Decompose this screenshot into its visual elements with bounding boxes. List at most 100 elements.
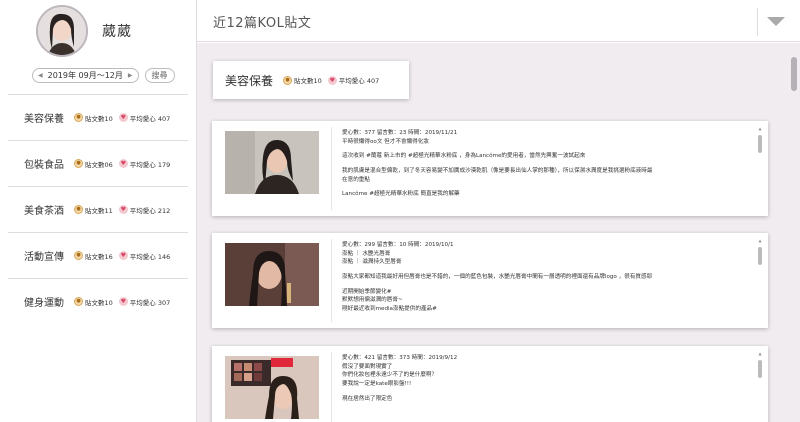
heart-icon: ♥	[327, 75, 337, 85]
sidebar: 葳葳 ◀ 2019年 09月～12月 ▶ 搜尋 美容保養 ● 貼文數10 ♥ 平均愛…	[0, 0, 197, 422]
heart-icon: ♥	[118, 159, 128, 168]
avg-likes-label: 平均愛心 407	[338, 77, 380, 85]
heart-icon: ♥	[118, 251, 128, 260]
post-line: 要我說一定是kate眼影盤!!!	[342, 380, 412, 387]
main-content: 美容保養 ● 貼文數10 ♥ 平均愛心 407 愛心數：377 留言數：23 時間：…	[197, 43, 800, 422]
post-card[interactable]: 愛心數：421 留言數：373 時間：2019/9/12 假沒了要面對現實了 你…	[212, 346, 768, 422]
post-meta: 愛心數：377 留言數：23 時間：2019/11/21	[342, 130, 458, 136]
chevron-left-icon[interactable]: ◀	[38, 72, 43, 79]
category-name: 健身運動	[24, 298, 64, 309]
post-text: 愛心數：377 留言數：23 時間：2019/11/21 平時很懶得oo文 但才…	[342, 129, 748, 199]
post-line: 現在居然出了限定色	[342, 395, 393, 402]
post-line: 默默想用偏滋潤的唇膏~	[342, 297, 403, 304]
scroll-thumb[interactable]	[758, 135, 762, 153]
scroll-up-icon[interactable]: ▲	[758, 352, 762, 356]
post-line: 澎點 ｜ 滋潤持久型唇膏	[342, 259, 402, 266]
category-item[interactable]: 美食茶酒 ● 貼文數11 ♥ 平均愛心 212	[8, 186, 188, 232]
heart-icon: ♥	[118, 205, 128, 214]
post-count-label: 貼文數10	[85, 298, 113, 307]
category-name: 美容保養	[24, 114, 64, 125]
avg-likes-label: 平均愛心 179	[129, 160, 171, 169]
post-card[interactable]: 愛心數：377 留言數：23 時間：2019/11/21 平時很懶得oo文 但才…	[212, 121, 768, 216]
coin-icon: ●	[74, 297, 83, 306]
post-line: 在意的重點	[342, 176, 370, 183]
category-item[interactable]: 美容保養 ● 貼文數10 ♥ 平均愛心 407	[8, 94, 188, 140]
avg-likes-label: 平均愛心 146	[129, 252, 171, 261]
post-line: Lancôme #超極光精華水粉底 簡直是我的解藥	[342, 191, 460, 198]
profile-header: 葳葳	[0, 0, 196, 62]
post-meta: 愛心數：299 留言數：10 時間：2019/10/1	[342, 242, 454, 248]
avg-likes-label: 平均愛心 307	[129, 298, 171, 307]
post-line: 你們化妝包裡永遠少不了的是什麼啊？	[342, 372, 438, 379]
post-text: 愛心數：299 留言數：10 時間：2019/10/1 澎點 ｜ 水艷光唇膏 澎…	[342, 241, 748, 314]
category-list: 美容保養 ● 貼文數10 ♥ 平均愛心 407 包裝食品 ● 貼文數06 ♥ 平均愛心 …	[0, 94, 196, 324]
section-header: 美容保養 ● 貼文數10 ♥ 平均愛心 407	[213, 61, 409, 99]
divider	[331, 352, 332, 422]
heart-icon: ♥	[118, 297, 128, 306]
top-bar: 近12篇KOL貼文	[197, 0, 800, 42]
avg-likes: ♥ 平均愛心 146	[118, 251, 171, 261]
post-text: 愛心數：421 留言數：373 時間：2019/9/12 假沒了要面對現實了 你…	[342, 354, 748, 403]
post-line: 剛好最近收到media澎點提供的產品#	[342, 305, 437, 312]
avg-likes: ♥ 平均愛心 307	[118, 297, 171, 307]
coin-icon: ●	[283, 75, 293, 85]
scroll-thumb[interactable]	[758, 360, 762, 378]
post-image[interactable]	[225, 356, 319, 419]
category-item[interactable]: 包裝食品 ● 貼文數06 ♥ 平均愛心 179	[8, 140, 188, 186]
avg-likes: ♥ 平均愛心 212	[118, 205, 171, 215]
date-range-picker[interactable]: ◀ 2019年 09月～12月 ▶	[32, 67, 139, 83]
post-line: 假沒了要面對現實了	[342, 363, 393, 370]
post-image[interactable]	[225, 131, 319, 194]
main-scrollbar[interactable]	[791, 57, 797, 422]
chevron-right-icon[interactable]: ▶	[128, 72, 133, 79]
scroll-thumb[interactable]	[758, 247, 762, 265]
post-count: ● 貼文數10	[74, 113, 113, 123]
post-meta: 愛心數：421 留言數：373 時間：2019/9/12	[342, 355, 458, 361]
post-count: ● 貼文數10	[74, 297, 113, 307]
post-line: 這次收到 #蘭蔻 新上市的 #超極光精華水粉底 ，身為Lancôme的愛用者，當…	[342, 153, 586, 160]
post-count-label: 貼文數16	[85, 252, 113, 261]
post-count-label: 貼文數10	[294, 77, 322, 85]
heart-icon: ♥	[118, 113, 128, 122]
post-line: 我的肌膚是混合型偏乾，到了冬天容易變不加厲成沙漠乾肌（像是要長出仙人掌的那種），…	[342, 167, 653, 174]
profile-name: 葳葳	[102, 24, 132, 40]
category-item[interactable]: 健身運動 ● 貼文數10 ♥ 平均愛心 307	[8, 278, 188, 324]
search-button[interactable]: 搜尋	[144, 67, 175, 83]
page-title: 近12篇KOL貼文	[213, 16, 312, 31]
post-count-label: 貼文數10	[85, 114, 113, 123]
post-count: ● 貼文數06	[74, 159, 113, 169]
date-filter: ◀ 2019年 09月～12月 ▶ 搜尋	[0, 62, 196, 88]
post-image[interactable]	[225, 243, 319, 306]
post-count: ● 貼文數16	[74, 251, 113, 261]
coin-icon: ●	[74, 251, 83, 260]
scroll-up-icon[interactable]: ▲	[758, 239, 762, 243]
avg-likes-label: 平均愛心 407	[129, 114, 171, 123]
date-range-label: 2019年 09月～12月	[47, 70, 123, 80]
coin-icon: ●	[74, 159, 83, 168]
scroll-up-icon[interactable]: ▲	[758, 127, 762, 131]
post-line: 近期開始季節變化#	[342, 288, 392, 295]
divider	[331, 239, 332, 322]
user-avatar-icon	[38, 7, 86, 55]
post-scrollbar[interactable]: ▲	[758, 352, 762, 422]
post-count-label: 貼文數11	[85, 206, 113, 215]
section-post-count: ● 貼文數10	[283, 75, 322, 85]
post-count-label: 貼文數06	[85, 160, 113, 169]
section-avg-likes: ♥ 平均愛心 407	[327, 75, 380, 85]
category-name: 美食茶酒	[24, 206, 64, 217]
dropdown-caret-icon[interactable]	[767, 17, 785, 26]
scroll-thumb[interactable]	[791, 57, 797, 91]
avatar[interactable]	[36, 5, 88, 57]
category-name: 包裝食品	[24, 160, 64, 171]
avg-likes-label: 平均愛心 212	[129, 206, 171, 215]
divider	[331, 127, 332, 210]
post-scrollbar[interactable]: ▲	[758, 239, 762, 322]
post-line: 平時很懶得oo文 但才不會懶得化妝	[342, 138, 429, 145]
avg-likes: ♥ 平均愛心 407	[118, 113, 171, 123]
category-item[interactable]: 活動宣傳 ● 貼文數16 ♥ 平均愛心 146	[8, 232, 188, 278]
post-count: ● 貼文數11	[74, 205, 113, 215]
post-scrollbar[interactable]: ▲	[758, 127, 762, 210]
avg-likes: ♥ 平均愛心 179	[118, 159, 171, 169]
post-card[interactable]: 愛心數：299 留言數：10 時間：2019/10/1 澎點 ｜ 水艷光唇膏 澎…	[212, 233, 768, 328]
post-line: 澎點 ｜ 水艷光唇膏	[342, 250, 391, 257]
